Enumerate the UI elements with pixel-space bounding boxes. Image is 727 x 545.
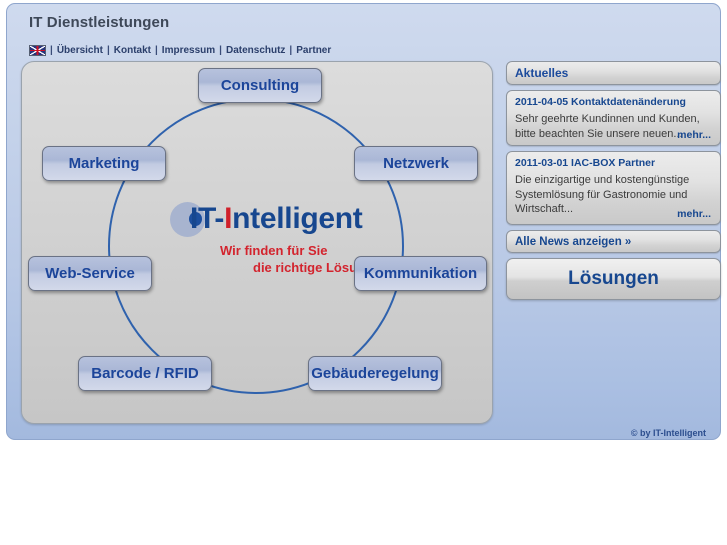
hub-node-kommunikation[interactable]: Kommunikation	[354, 256, 487, 291]
nav-item-uebersicht[interactable]: Übersicht	[54, 45, 106, 56]
news-item-title: 2011-04-05 Kontaktdatenänderung	[515, 96, 686, 108]
main-content-panel: IT-Intelligent Wir finden für Sie die ri…	[21, 61, 493, 424]
logo-suffix: ntelligent	[232, 202, 363, 235]
hub-node-web-service[interactable]: Web-Service	[28, 256, 152, 291]
main-navigation: | Übersicht | Kontakt | Impressum | Date…	[29, 45, 334, 56]
tagline-line-1: Wir finden für Sie	[220, 243, 328, 258]
nav-item-datenschutz[interactable]: Datenschutz	[223, 45, 288, 56]
logo-accent-letter: I	[224, 202, 233, 235]
nav-item-impressum[interactable]: Impressum	[159, 45, 218, 56]
company-logo: IT-Intelligent Wir finden für Sie die ri…	[162, 200, 382, 292]
sidebar: Aktuelles 2011-04-05 Kontaktdatenänderun…	[506, 61, 721, 300]
hub-node-consulting[interactable]: Consulting	[198, 68, 322, 103]
logo-wordmark: IT-Intelligent	[190, 202, 363, 236]
nav-item-kontakt[interactable]: Kontakt	[111, 45, 154, 56]
hub-node-barcode-rfid[interactable]: Barcode / RFID	[78, 356, 212, 391]
all-news-box: Alle News anzeigen »	[506, 230, 721, 253]
news-item[interactable]: 2011-03-01 IAC-BOX Partner Die einzigart…	[506, 151, 721, 225]
news-item-title: 2011-03-01 IAC-BOX Partner	[515, 157, 656, 169]
news-item[interactable]: 2011-04-05 Kontaktdatenänderung Sehr gee…	[506, 90, 721, 146]
news-item-more-link[interactable]: mehr...	[677, 129, 711, 141]
uk-flag-icon[interactable]	[29, 45, 46, 56]
nav-item-partner[interactable]: Partner	[293, 45, 334, 56]
news-item-more-link[interactable]: mehr...	[677, 208, 711, 220]
sidebar-heading-box: Aktuelles	[506, 61, 721, 85]
sidebar-heading: Aktuelles	[515, 66, 569, 80]
page-title: IT Dienstleistungen	[29, 14, 170, 31]
hub-node-marketing[interactable]: Marketing	[42, 146, 166, 181]
copyright-text: © by IT-Intelligent	[630, 428, 706, 438]
page-frame: IT Dienstleistungen | Übersicht | Kontak…	[6, 3, 721, 440]
hub-node-netzwerk[interactable]: Netzwerk	[354, 146, 478, 181]
all-news-link[interactable]: Alle News anzeigen »	[507, 231, 720, 252]
solutions-button[interactable]: Lösungen	[506, 258, 721, 300]
logo-prefix: IT-	[190, 202, 225, 235]
hub-node-gebaeuderegelung[interactable]: Gebäuderegelung	[308, 356, 442, 391]
